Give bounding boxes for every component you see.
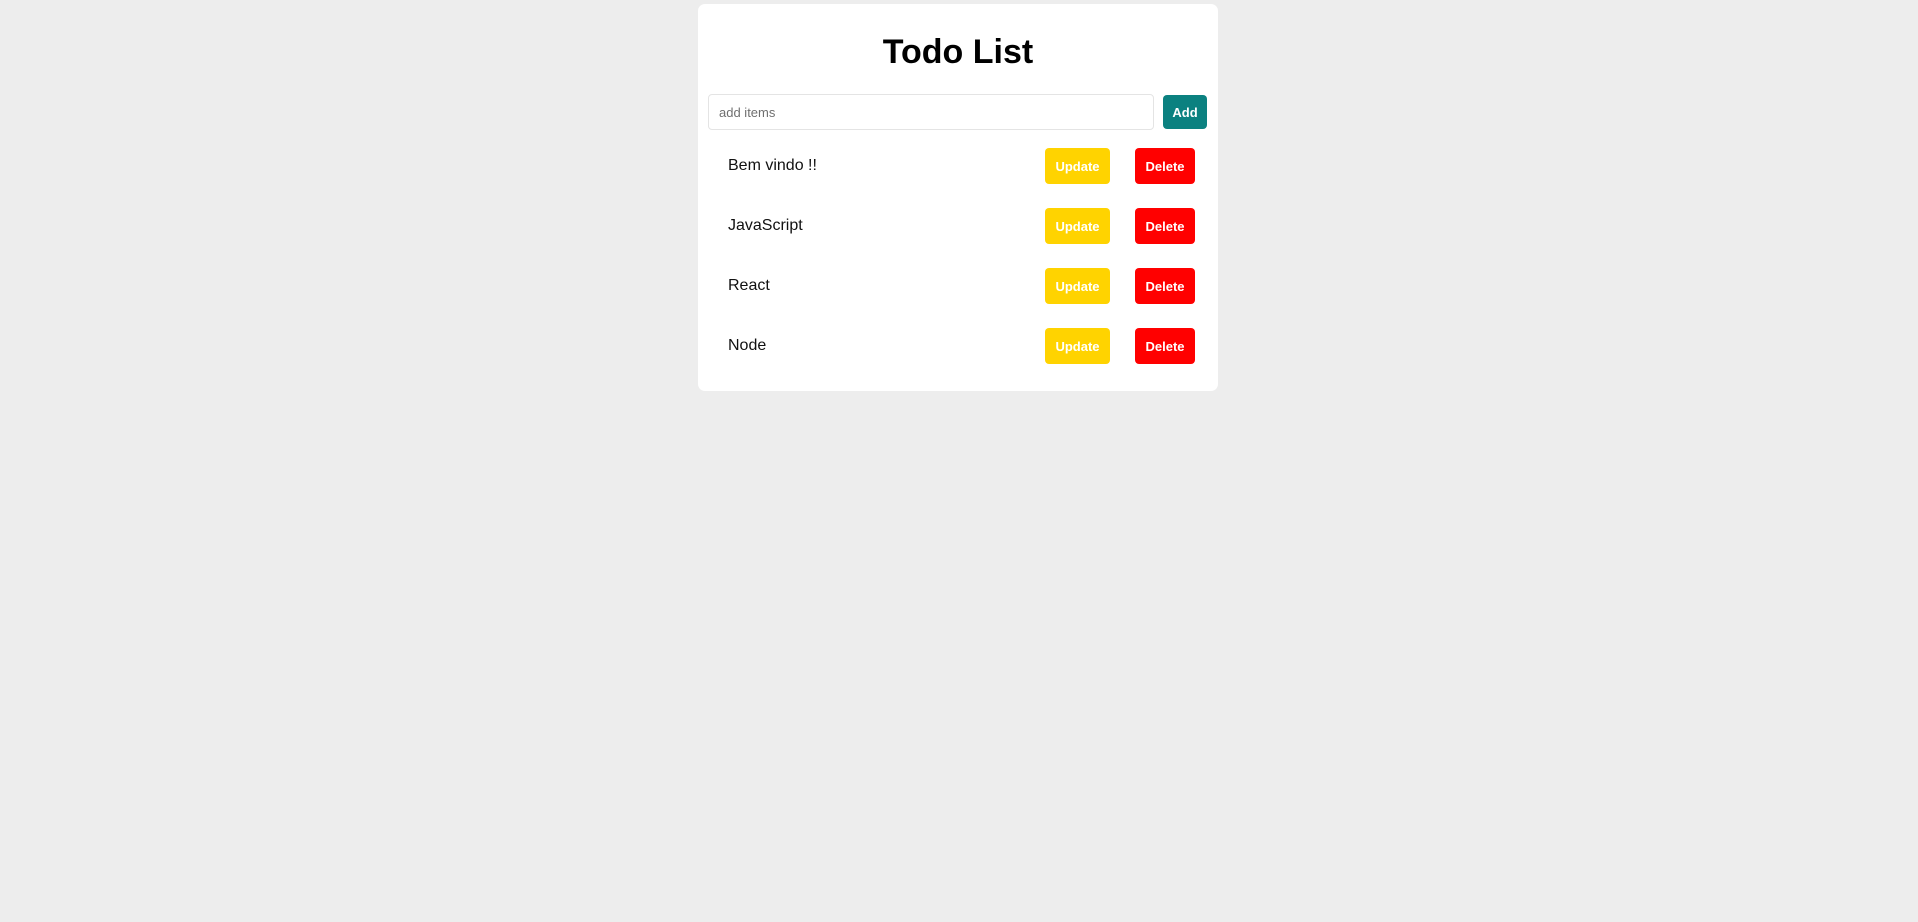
delete-button[interactable]: Delete (1135, 208, 1195, 244)
item-text: Node (728, 337, 767, 354)
todo-card: Todo List Add Bem vindo !! Update Delete… (698, 4, 1218, 391)
list-item: JavaScript Update Delete (698, 208, 1218, 268)
list-item: React Update Delete (698, 268, 1218, 328)
page-title: Todo List (882, 33, 1034, 71)
add-button[interactable]: Add (1163, 95, 1207, 129)
update-button[interactable]: Update (1045, 208, 1110, 244)
list-item: Bem vindo !! Update Delete (698, 148, 1218, 208)
item-text: React (728, 277, 770, 294)
item-text: Bem vindo !! (728, 157, 817, 174)
delete-button[interactable]: Delete (1135, 148, 1195, 184)
delete-button[interactable]: Delete (1135, 268, 1195, 304)
delete-button[interactable]: Delete (1135, 328, 1195, 364)
add-item-input[interactable] (708, 94, 1154, 130)
todo-list: Bem vindo !! Update Delete JavaScript Up… (698, 148, 1218, 388)
list-item: Node Update Delete (698, 328, 1218, 388)
update-button[interactable]: Update (1045, 148, 1110, 184)
update-button[interactable]: Update (1045, 328, 1110, 364)
update-button[interactable]: Update (1045, 268, 1110, 304)
item-text: JavaScript (728, 217, 803, 234)
